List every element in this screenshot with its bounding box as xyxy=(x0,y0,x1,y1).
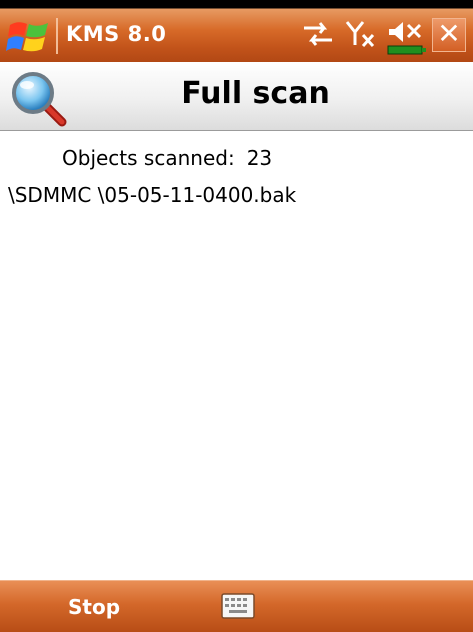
softkey-bar: Stop xyxy=(0,580,473,632)
objects-scanned-label: Objects scanned: xyxy=(62,146,235,170)
windows-start-icon[interactable] xyxy=(6,17,52,57)
status-bar: KMS 8.0 ✕ xyxy=(0,0,473,62)
page-header: Full scan xyxy=(0,62,473,131)
current-file-path: \SDMMC \05-05-11-0400.bak xyxy=(8,183,297,207)
signal-off-icon[interactable] xyxy=(345,19,385,53)
objects-scanned-count: 23 xyxy=(246,146,273,170)
page-title: Full scan xyxy=(181,76,330,111)
sync-arrows-icon[interactable] xyxy=(300,19,336,53)
speaker-muted-icon[interactable] xyxy=(386,19,430,59)
stop-button[interactable]: Stop xyxy=(68,595,120,619)
app-title: KMS 8.0 xyxy=(66,22,167,46)
title-separator xyxy=(56,18,58,54)
keyboard-icon[interactable] xyxy=(221,593,255,619)
objects-scanned-row: Objects scanned: 23 xyxy=(62,146,272,170)
close-button[interactable]: ✕ xyxy=(432,18,466,52)
